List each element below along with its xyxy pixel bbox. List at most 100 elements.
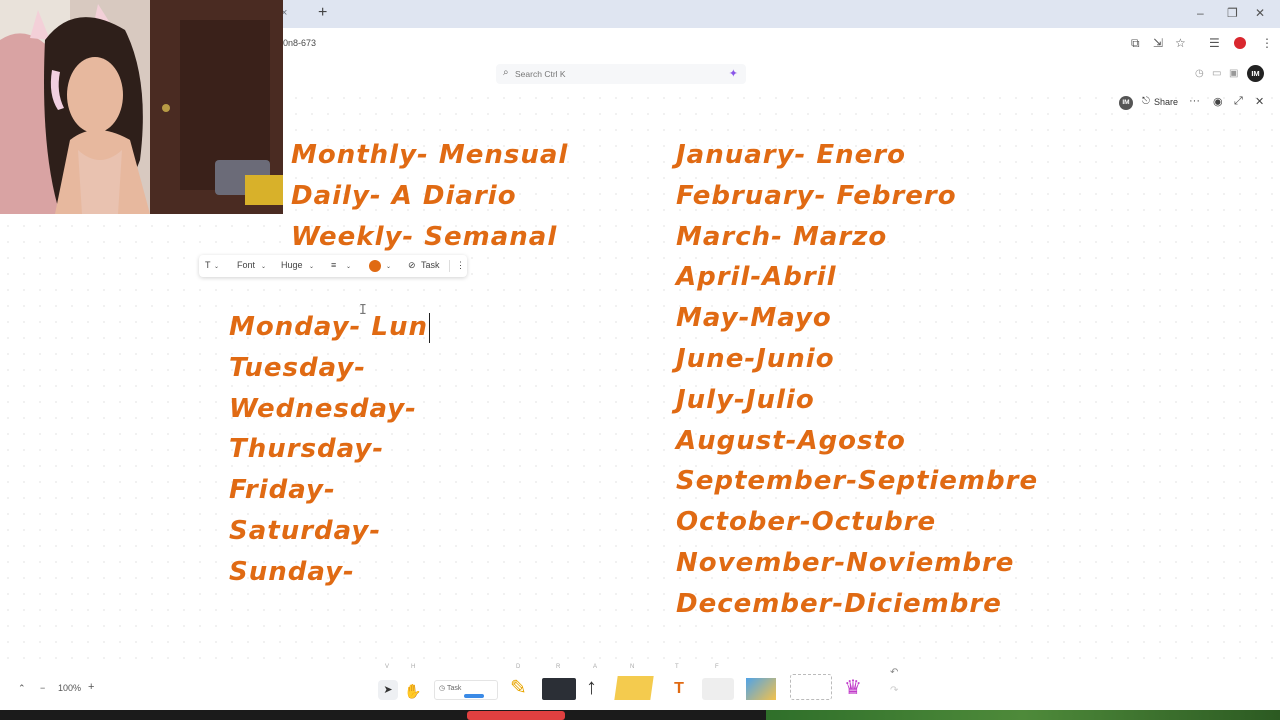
align-icon[interactable]: ≡ xyxy=(331,260,336,270)
restore-icon[interactable]: ❐ xyxy=(1227,6,1238,20)
month-text[interactable]: June-Junio xyxy=(676,339,1038,379)
day-text[interactable]: Friday- xyxy=(229,470,430,510)
board-actions: IM ⎋ Share ··· ◉ ⤢ ✕ xyxy=(1115,94,1275,112)
search-icon: ⌕ xyxy=(503,67,509,78)
list-item: October-Octubre xyxy=(676,502,1038,543)
text-format-toolbar: T ⌄ Font ⌄ Huge ⌄ ≡ ⌄ ⌄ ⊘ Task ⋮ xyxy=(199,255,467,277)
chevron-down-icon[interactable]: ⌄ xyxy=(309,263,314,270)
day-text[interactable]: Thursday- xyxy=(229,429,430,469)
close-window-icon[interactable]: ✕ xyxy=(1255,6,1265,20)
task-button[interactable]: Task xyxy=(421,260,440,270)
pen-tool-icon[interactable]: ✎ xyxy=(510,675,527,700)
zoom-level[interactable]: 100% xyxy=(58,683,81,693)
collaborator-avatar[interactable]: IM xyxy=(1119,96,1133,110)
tool-dock: V H D R A N T F ➤ ✋ ◷ Task ✎ ↑ T ♛ ↶ ↷ xyxy=(374,662,912,704)
hand-tool-icon[interactable]: ✋ xyxy=(404,683,421,700)
sticky-note-tool-icon[interactable] xyxy=(614,676,654,700)
search-box[interactable]: ⌕ Search Ctrl K ✦ xyxy=(496,64,746,84)
shape-tool-icon[interactable] xyxy=(542,678,576,700)
month-text[interactable]: February- Febrero xyxy=(676,176,1038,216)
list-item: May-Mayo xyxy=(676,298,1038,339)
extension-record-icon[interactable] xyxy=(1234,37,1246,49)
chevron-down-icon[interactable]: ⌄ xyxy=(261,263,266,270)
list-item: March- Marzo xyxy=(676,217,1038,258)
month-text[interactable]: January- Enero xyxy=(676,135,1038,175)
mindmap-tool-icon[interactable] xyxy=(790,674,832,700)
expand-icon[interactable]: ⤢ xyxy=(1234,95,1243,108)
share-button[interactable]: Share xyxy=(1154,97,1178,107)
day-text[interactable]: Saturday- xyxy=(229,511,430,551)
present-icon[interactable]: ▭ xyxy=(1212,68,1221,79)
day-text[interactable]: Sunday- xyxy=(229,552,430,592)
day-text[interactable]: Wednesday- xyxy=(229,389,430,429)
minimize-icon[interactable]: – xyxy=(1197,6,1204,20)
month-text[interactable]: September-Septiembre xyxy=(676,461,1038,501)
url-text[interactable]: 0n8-673 xyxy=(283,38,316,48)
select-tool-icon[interactable]: ➤ xyxy=(378,680,398,700)
frame-tool-icon[interactable] xyxy=(702,678,734,700)
font-dropdown[interactable]: Font xyxy=(237,260,255,270)
month-text[interactable]: August-Agosto xyxy=(676,421,1038,461)
more-options-icon[interactable]: ··· xyxy=(1189,95,1200,107)
list-item: Monday- Lun xyxy=(229,307,431,348)
chevron-down-icon[interactable]: ⌄ xyxy=(214,263,219,270)
month-text[interactable]: October-Octubre xyxy=(676,502,1038,542)
redo-icon[interactable]: ↷ xyxy=(890,685,898,696)
image-tool-icon[interactable] xyxy=(746,678,776,700)
list-item: Daily- A Diario xyxy=(291,176,568,217)
frequency-text[interactable]: Monthly- Mensual xyxy=(291,135,568,175)
zoom-in-button[interactable]: + xyxy=(88,681,94,693)
ai-assistant-icon[interactable]: ✦ xyxy=(729,67,738,80)
user-avatar[interactable]: IM xyxy=(1247,65,1264,82)
more-icon[interactable]: ⋮ xyxy=(456,260,465,271)
chevron-down-icon[interactable]: ⌄ xyxy=(386,263,391,270)
list-item: January- Enero xyxy=(676,135,1038,176)
new-tab-button[interactable]: + xyxy=(318,4,327,22)
collapse-up-icon[interactable]: ⌃ xyxy=(18,683,26,694)
browser-menu-icon[interactable]: ⋮ xyxy=(1261,36,1273,50)
text-tool-icon[interactable]: T xyxy=(669,680,689,700)
zoom-out-button[interactable]: − xyxy=(40,683,45,693)
day-text[interactable]: Tuesday- xyxy=(229,348,430,388)
text-type-icon[interactable]: T xyxy=(205,260,211,270)
month-text[interactable]: April-Abril xyxy=(676,257,1038,297)
shortcut-label: F xyxy=(715,664,719,670)
text-caret xyxy=(428,312,431,343)
cast-icon[interactable]: ⧉ xyxy=(1131,36,1140,51)
chevron-down-icon[interactable]: ⌄ xyxy=(346,263,351,270)
months-list: January- Enero February- Febrero March- … xyxy=(676,135,1038,625)
ai-tools-icon[interactable]: ♛ xyxy=(844,675,862,700)
month-text[interactable]: May-Mayo xyxy=(676,298,1038,338)
bookmark-star-icon[interactable]: ☆ xyxy=(1175,36,1186,50)
list-item: Saturday- xyxy=(229,511,430,552)
arrow-tool-icon[interactable]: ↑ xyxy=(586,674,597,700)
day-text-editing[interactable]: Monday- Lun xyxy=(229,307,431,347)
frequency-text[interactable]: Weekly- Semanal xyxy=(291,217,568,257)
shortcut-label: T xyxy=(675,664,679,670)
install-icon[interactable]: ⇲ xyxy=(1153,36,1163,50)
taskbar xyxy=(0,710,1280,720)
comment-icon[interactable]: ◉ xyxy=(1213,95,1223,108)
close-board-icon[interactable]: ✕ xyxy=(1255,95,1264,108)
text-color-picker[interactable] xyxy=(369,260,381,272)
undo-icon[interactable]: ↶ xyxy=(890,667,898,678)
month-text[interactable]: July-Julio xyxy=(676,380,1038,420)
list-item: August-Agosto xyxy=(676,421,1038,462)
list-item: Tuesday- xyxy=(229,348,430,389)
month-text[interactable]: March- Marzo xyxy=(676,217,1038,257)
frequency-text[interactable]: Daily- A Diario xyxy=(291,176,568,216)
share-icon[interactable]: ⎋ xyxy=(1142,96,1150,107)
history-icon[interactable]: ◷ xyxy=(1195,68,1204,79)
taskbar-app[interactable] xyxy=(467,711,565,720)
layout-icon[interactable]: ▣ xyxy=(1229,68,1238,79)
wallpaper-strip xyxy=(766,710,1280,720)
task-icon[interactable]: ⊘ xyxy=(408,260,416,271)
month-text[interactable]: December-Diciembre xyxy=(676,584,1038,624)
list-item: April-Abril xyxy=(676,257,1038,298)
reading-list-icon[interactable]: ☰ xyxy=(1209,36,1220,50)
month-text[interactable]: November-Noviembre xyxy=(676,543,1038,583)
shortcut-label: R xyxy=(556,664,561,670)
text-cursor-icon: I xyxy=(359,303,367,318)
size-dropdown[interactable]: Huge xyxy=(281,260,303,270)
list-item: Sunday- xyxy=(229,552,430,593)
